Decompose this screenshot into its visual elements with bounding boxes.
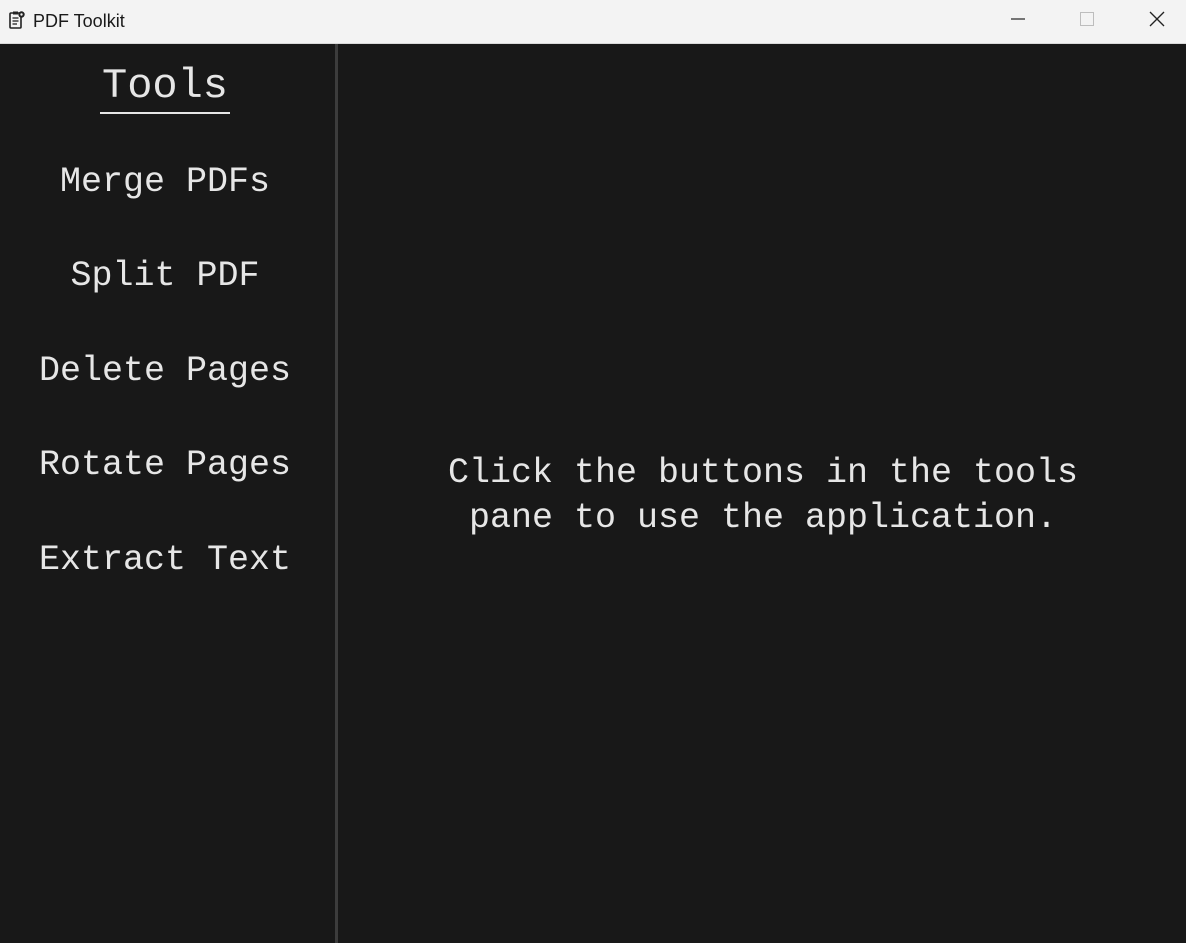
instructions-line-2: pane to use the application. [468, 498, 1058, 538]
minimize-button[interactable] [995, 0, 1041, 43]
instructions-text: Click the buttons in the tools pane to us… [368, 451, 1158, 541]
close-button[interactable] [1134, 0, 1180, 43]
split-pdf-button[interactable]: Split PDF [0, 251, 330, 301]
delete-pages-button[interactable]: Delete Pages [0, 346, 330, 396]
clipboard-gear-icon [8, 10, 26, 30]
extract-text-button[interactable]: Extract Text [0, 535, 330, 585]
maximize-button[interactable] [1064, 0, 1110, 43]
merge-pdfs-button[interactable]: Merge PDFs [0, 157, 330, 207]
rotate-pages-button[interactable]: Rotate Pages [0, 440, 330, 490]
title-bar[interactable]: PDF Toolkit [0, 0, 1186, 44]
close-icon [1148, 10, 1166, 33]
app-window: PDF Toolkit Tools Merge PDFs Split PDF D… [0, 0, 1186, 943]
main-pane: Click the buttons in the tools pane to us… [338, 44, 1186, 943]
tools-heading-text: Tools [99, 62, 231, 114]
tools-pane: Tools Merge PDFs Split PDF Delete Pages … [0, 44, 336, 943]
instructions-line-1: Click the buttons in the tools [447, 453, 1079, 493]
maximize-icon [1079, 11, 1095, 32]
tools-heading: Tools [0, 62, 330, 114]
minimize-icon [1010, 11, 1026, 32]
window-title: PDF Toolkit [33, 11, 125, 31]
